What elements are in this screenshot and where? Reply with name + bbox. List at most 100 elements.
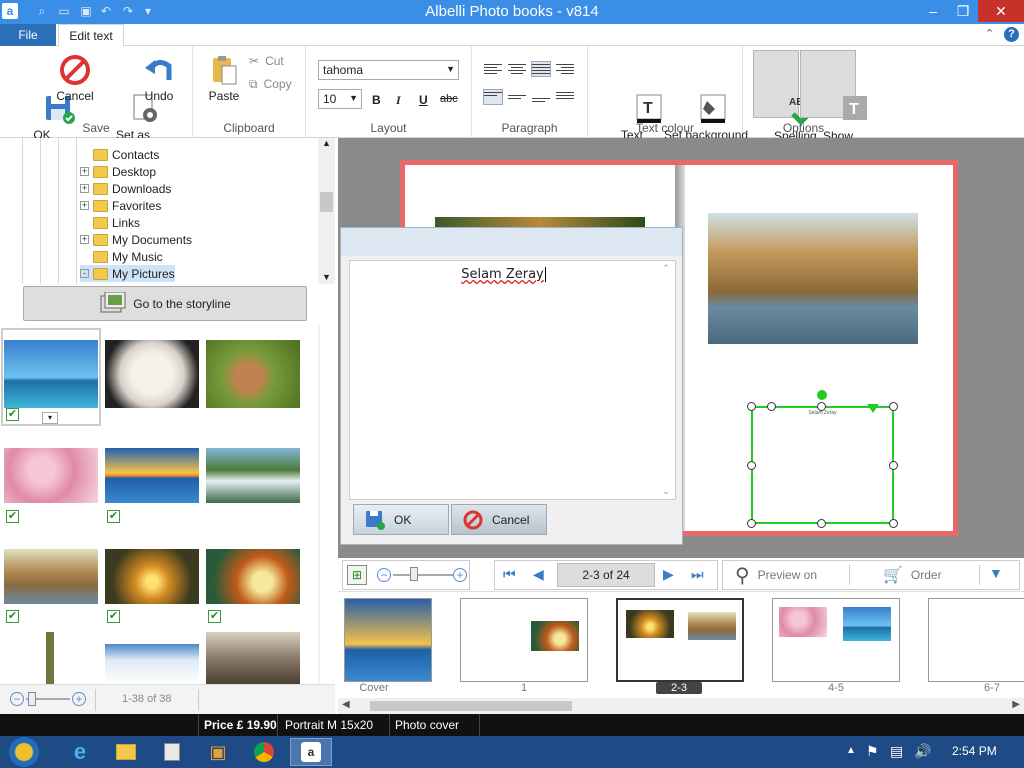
tab-edit-text[interactable]: Edit text [58,24,124,47]
photo-fox[interactable] [206,340,300,408]
undo-button[interactable]: Undo [140,54,178,103]
cut-button[interactable]: ✂ Cut [249,54,284,68]
italic-button[interactable]: I [396,93,401,108]
tree-item[interactable]: Contacts [80,146,159,163]
page-zoom-slider[interactable] [393,574,453,576]
start-button[interactable] [4,737,44,767]
valign-top-icon[interactable] [483,89,503,105]
internet-explorer-icon[interactable]: e [60,738,100,766]
expand-icon[interactable]: + [80,235,89,244]
dialog-text-scrollbar[interactable]: ⌃ ⌄ [659,263,673,497]
order-button[interactable]: 🛒 Order [883,563,942,587]
zoom-in-icon[interactable]: + [72,692,86,706]
folder-taskbar-icon[interactable]: ▣ [198,738,238,766]
file-explorer-icon[interactable] [106,738,146,766]
photo-lion[interactable] [105,340,199,408]
underline-button[interactable]: U [419,93,428,107]
thumb-dropdown-icon[interactable]: ▾ [42,412,58,424]
strip-page-4-5[interactable] [772,598,900,682]
strip-page-6-7[interactable] [928,598,1024,682]
photo-autumn-tree[interactable] [206,549,300,604]
preview-button[interactable]: ⚲ Preview on [735,563,817,587]
scroll-left-icon[interactable]: ◀ [342,699,350,710]
photo-iceberg[interactable] [105,644,199,684]
photo-dolphins[interactable] [4,340,98,408]
tree-item[interactable]: + My Documents [80,231,192,248]
show-white-text-button[interactable]: T Show white text [800,50,867,156]
font-family-select[interactable]: tahoma ▼ [318,60,459,80]
photo-birds[interactable] [206,632,300,684]
resize-handle[interactable] [747,519,756,528]
strip-page-2-3[interactable] [616,598,744,682]
dialog-title-bar[interactable] [341,228,682,256]
resize-handle[interactable] [889,402,898,411]
valign-bottom-icon[interactable] [532,90,550,104]
dialog-ok-button[interactable]: OK [353,504,449,535]
go-to-storyline-button[interactable]: Go to the storyline [23,286,307,321]
albelli-taskbar-button[interactable]: a [290,738,332,766]
right-page-photo-varanasi[interactable] [708,213,918,344]
photo-blossom[interactable] [4,448,98,503]
photo-waterfall[interactable] [206,448,300,503]
valign-middle-icon[interactable] [508,90,526,104]
expand-icon[interactable]: + [80,184,89,193]
tree-item[interactable]: + Favorites [80,197,161,214]
font-size-select[interactable]: 10 ▼ [318,89,362,109]
clock[interactable]: 2:54 PM [952,744,997,758]
align-right-icon[interactable] [556,62,574,76]
help-icon[interactable]: ? [1004,27,1019,42]
network-icon[interactable]: ▤ [890,743,903,760]
photo-sunrise-rocks[interactable] [105,549,199,604]
chrome-icon[interactable] [244,738,284,766]
resize-handle[interactable] [817,402,826,411]
dialog-text-content[interactable]: Selam Zeray [350,267,657,282]
scroll-down-icon[interactable]: ▼ [318,672,320,682]
volume-icon[interactable]: 🔊 [914,743,931,760]
tree-item[interactable]: Links [80,214,140,231]
strikethrough-button[interactable]: abc [440,93,458,105]
tree-item[interactable]: My Music [80,248,163,265]
collapse-ribbon-icon[interactable]: ⌃ [985,27,994,40]
add-page-icon[interactable]: ⊞ [347,565,367,585]
chevron-down-icon[interactable]: ▼ [989,565,1003,581]
bullet-list-icon[interactable] [556,90,574,104]
resize-handle[interactable] [747,461,756,470]
app-tile-icon[interactable] [152,738,192,766]
tray-expand-icon[interactable]: ▲ [846,745,856,756]
zoom-out-icon[interactable]: − [10,692,24,706]
dialog-text-area[interactable]: Selam Zeray ⌃ ⌄ [349,260,676,500]
dialog-cancel-button[interactable]: Cancel [451,504,547,535]
tree-item[interactable]: + Downloads [80,180,171,197]
zoom-out-icon[interactable]: − [377,568,391,582]
copy-button[interactable]: ⧉ Copy [249,77,292,92]
scroll-up-icon[interactable]: ⌃ [659,263,673,274]
first-page-icon[interactable]: ⏮ [503,566,516,583]
strip-scrollbar[interactable]: ◀ ▶ [338,698,1024,714]
cancel-ribbon-button[interactable]: Cancel [54,54,96,103]
zoom-in-icon[interactable]: + [453,568,467,582]
next-page-icon[interactable]: ▶ [663,566,674,583]
tree-item[interactable]: + Desktop [80,163,156,180]
frame-options-triangle-icon[interactable] [867,404,879,413]
scroll-up-icon[interactable]: ▲ [318,138,335,148]
resize-handle[interactable] [817,519,826,528]
photo-tall[interactable] [46,632,54,684]
tree-item-selected[interactable]: - My Pictures [80,265,175,282]
strip-page-cover[interactable] [344,598,432,682]
photo-sunset-sea[interactable] [105,448,199,503]
close-button[interactable]: ✕ [978,0,1024,22]
zoom-slider-handle[interactable] [28,692,36,706]
scroll-thumb[interactable] [320,192,333,212]
resize-handle[interactable] [767,402,776,411]
tree-scrollbar[interactable]: ▲ ▼ [318,138,335,284]
spelling-check-button[interactable]: ABC Spelling check [753,50,819,156]
tab-file[interactable]: File [0,24,56,46]
scroll-down-icon[interactable]: ⌄ [659,486,673,497]
last-page-icon[interactable]: ⏭ [691,566,704,583]
align-center-icon[interactable] [508,62,526,76]
scroll-up-icon[interactable]: ▲ [318,324,320,334]
maximize-button[interactable]: ❐ [948,0,978,22]
paste-button[interactable]: Paste [201,54,247,103]
align-left-icon[interactable] [484,62,502,76]
strip-scroll-thumb[interactable] [370,701,572,711]
